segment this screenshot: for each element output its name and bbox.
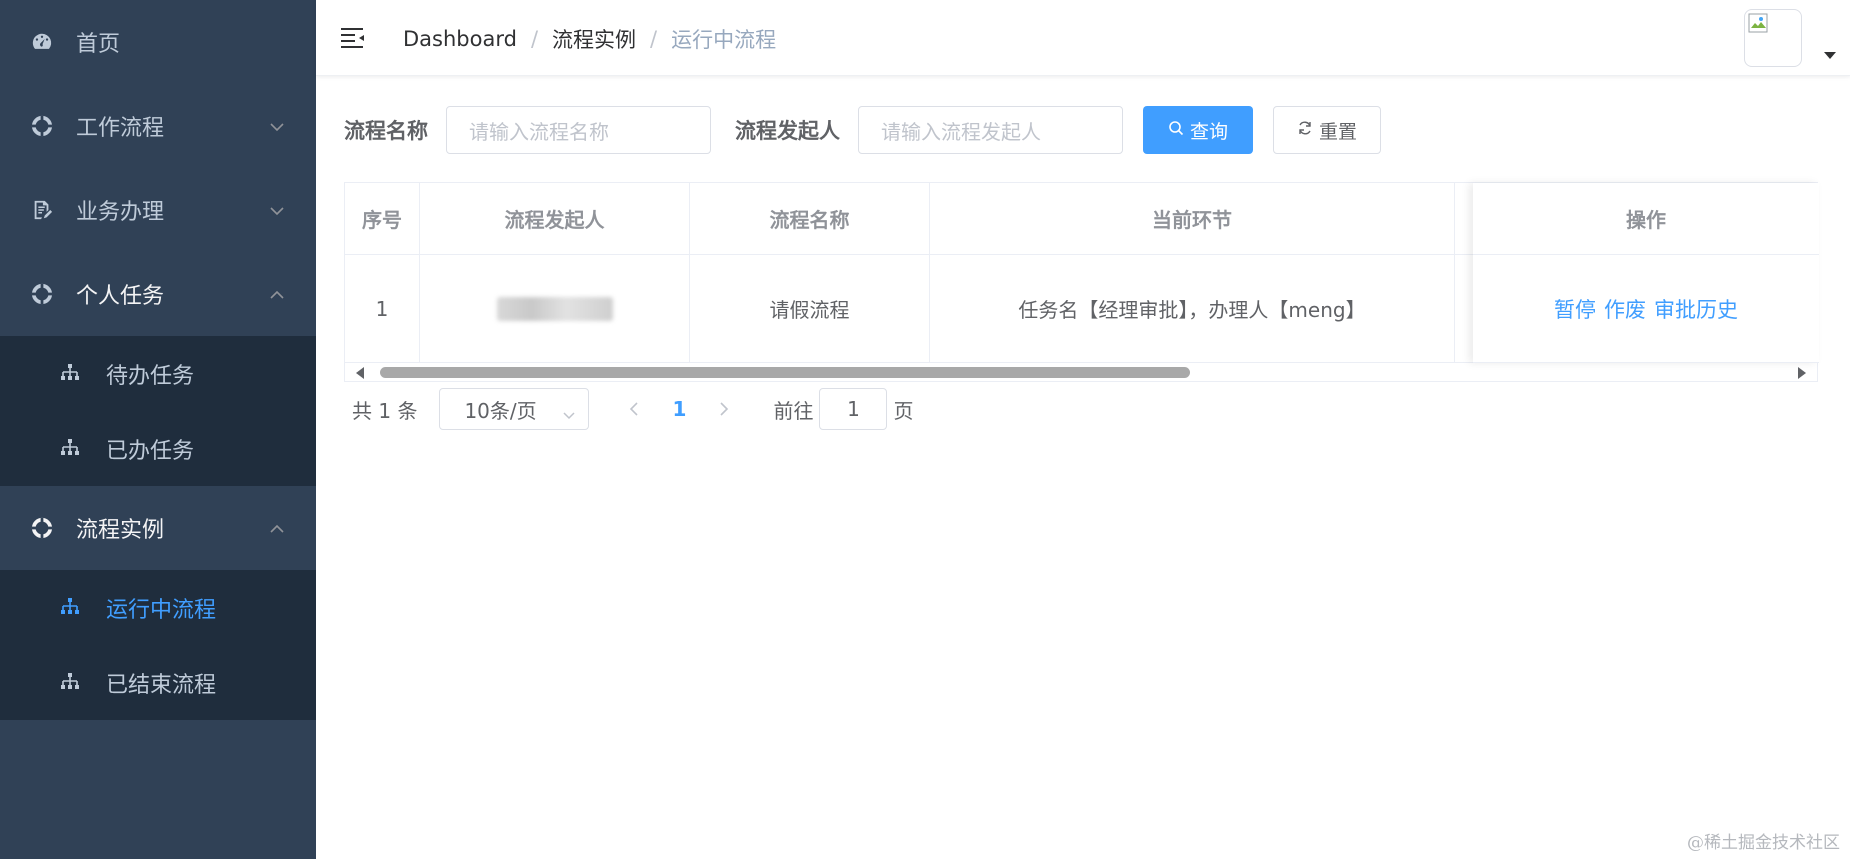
page-size-value: 10条/页 (464, 398, 537, 423)
initiator-placeholder: 请输入流程发起人 (881, 119, 1041, 144)
sidebar-item-label: 首页 (76, 32, 121, 57)
breadcrumb-item-process-instances[interactable]: 流程实例 (552, 24, 636, 54)
sidebar-item-label: 已办任务 (106, 438, 195, 464)
process-name-label: 流程名称 (344, 119, 428, 143)
initiator-label: 流程发起人 (735, 119, 840, 143)
next-page-button[interactable] (709, 388, 739, 430)
tree-icon (60, 672, 82, 694)
column-header-index: 序号 (345, 183, 420, 254)
sidebar-item-running-processes[interactable]: 运行中流程 (0, 570, 316, 645)
prev-page-button[interactable] (619, 388, 649, 430)
chevron-up-icon (268, 285, 286, 303)
goto-prefix: 前往 (773, 398, 814, 423)
cell-index: 1 (345, 255, 420, 362)
sidebar-item-workflow[interactable]: 工作流程 (0, 84, 316, 168)
hamburger-icon[interactable] (340, 26, 366, 50)
tree-icon (60, 363, 82, 385)
tree-icon (60, 597, 82, 619)
reset-button-label: 重置 (1318, 120, 1357, 143)
sidebar-item-label: 运行中流程 (106, 597, 217, 623)
submenu-process-instances: 运行中流程 已结束流程 (0, 570, 316, 720)
watermark: @稀土掘金技术社区 (1687, 833, 1840, 853)
goto-page-value: 1 (847, 397, 860, 421)
redacted-initiator (496, 296, 613, 321)
pagination: 共 1 条 10条/页 1 前往 1 页 (352, 388, 913, 430)
initiator-input[interactable]: 请输入流程发起人 (858, 106, 1123, 154)
sidebar-item-finished-processes[interactable]: 已结束流程 (0, 645, 316, 720)
chevron-up-icon (268, 519, 286, 537)
sidebar-item-label: 流程实例 (76, 518, 165, 543)
refresh-icon (1297, 119, 1319, 141)
fixed-actions-column: 操作 暂停 作废 审批历史 (1473, 183, 1819, 363)
sidebar-item-personal-tasks[interactable]: 个人任务 (0, 252, 316, 336)
pagination-total: 共 1 条 (352, 398, 418, 423)
chevron-right-icon (720, 402, 729, 416)
sidebar-item-process-instances[interactable]: 流程实例 (0, 486, 316, 570)
breadcrumb: Dashboard / 流程实例 / 运行中流程 (403, 24, 776, 54)
sidebar-item-done-tasks[interactable]: 已办任务 (0, 411, 316, 486)
sidebar-item-label: 已结束流程 (106, 672, 217, 698)
sidebar-item-label: 个人任务 (76, 284, 165, 309)
goto-suffix: 页 (893, 398, 914, 423)
approval-history-link[interactable]: 审批历史 (1654, 294, 1738, 324)
void-link[interactable]: 作废 (1604, 294, 1646, 324)
cell-process-name: 请假流程 (690, 255, 930, 362)
breadcrumb-item-dashboard[interactable]: Dashboard (403, 27, 517, 51)
scrollbar-thumb[interactable] (380, 367, 1190, 378)
horizontal-scrollbar[interactable] (344, 362, 1818, 382)
cell-initiator (420, 255, 690, 362)
cell-current-step: 任务名【经理审批】，办理人【meng】 (930, 255, 1455, 362)
sidebar-item-label: 业务办理 (76, 200, 165, 225)
column-header-initiator: 流程发起人 (420, 183, 690, 254)
process-name-input[interactable]: 请输入流程名称 (446, 106, 711, 154)
column-header-current-step: 当前环节 (930, 183, 1455, 254)
column-header-actions: 操作 (1473, 183, 1819, 255)
chevron-down-icon (268, 117, 286, 135)
reset-button[interactable]: 重置 (1273, 106, 1381, 154)
search-icon (1168, 119, 1190, 141)
sidebar-item-label: 待办任务 (106, 363, 195, 389)
column-header-process-name: 流程名称 (690, 183, 930, 254)
cell-actions: 暂停 作废 审批历史 (1473, 255, 1819, 363)
sidebar-item-todo-tasks[interactable]: 待办任务 (0, 336, 316, 411)
query-button-label: 查询 (1189, 120, 1228, 143)
navbar: Dashboard / 流程实例 / 运行中流程 (316, 0, 1850, 76)
tree-icon (60, 438, 82, 460)
sidebar-item-home[interactable]: 首页 (0, 0, 316, 84)
chevron-down-icon (562, 403, 576, 427)
page-number-current[interactable]: 1 (649, 397, 709, 421)
scroll-left-icon[interactable] (356, 367, 364, 379)
workflow-icon (30, 114, 54, 138)
breadcrumb-separator: / (650, 27, 658, 51)
sidebar-item-business[interactable]: 业务办理 (0, 168, 316, 252)
pause-link[interactable]: 暂停 (1554, 294, 1596, 324)
search-form: 流程名称 请输入流程名称 流程发起人 请输入流程发起人 查询 重置 (344, 106, 1381, 154)
page-size-select[interactable]: 10条/页 (439, 388, 590, 430)
breadcrumb-separator: / (530, 27, 539, 51)
caret-down-icon[interactable] (1824, 52, 1836, 59)
workflow-icon (30, 282, 54, 306)
submenu-personal-tasks: 待办任务 已办任务 (0, 336, 316, 486)
chevron-left-icon (630, 402, 639, 416)
dashboard-icon (30, 30, 54, 54)
sidebar-item-label: 工作流程 (76, 116, 165, 141)
chevron-down-icon (268, 201, 286, 219)
process-name-placeholder: 请输入流程名称 (469, 119, 609, 144)
goto-page-input[interactable]: 1 (819, 388, 888, 430)
broken-image-icon (1748, 13, 1770, 35)
query-button[interactable]: 查询 (1143, 106, 1253, 154)
workflow-icon (30, 516, 54, 540)
document-edit-icon (30, 198, 54, 222)
process-table: 序号 流程发起人 流程名称 当前环节 1 请假流程 任务名【经理审批】，办理人【… (344, 182, 1819, 382)
breadcrumb-item-current: 运行中流程 (671, 28, 777, 52)
sidebar: 首页 工作流程 业务办理 个人任务 待办任务 已办任务 流程实例 运行中流程 已… (0, 0, 316, 859)
scroll-right-icon[interactable] (1798, 367, 1806, 379)
avatar[interactable] (1744, 9, 1802, 67)
